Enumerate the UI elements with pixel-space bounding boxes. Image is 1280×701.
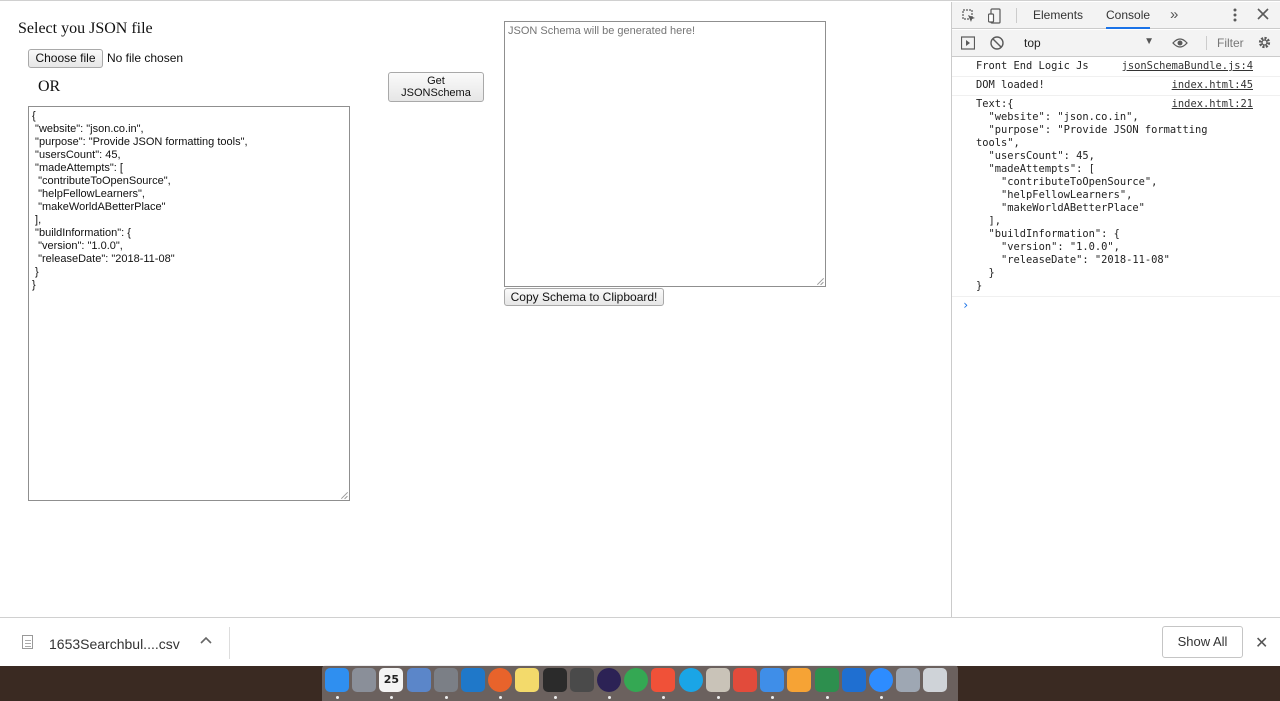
- image-capture-icon[interactable]: [896, 668, 921, 692]
- console-log-row: Front End Logic Js jsonSchemaBundle.js:4: [952, 58, 1280, 77]
- running-indicator: [608, 696, 611, 699]
- get-jsonschema-label-line2: JSONSchema: [401, 87, 471, 99]
- console-log-source-link[interactable]: jsonSchemaBundle.js:4: [1122, 60, 1253, 73]
- console-output: Front End Logic Js jsonSchemaBundle.js:4…: [952, 58, 1280, 315]
- show-all-button[interactable]: Show All: [1162, 626, 1243, 658]
- console-log-source-link[interactable]: index.html:21: [1172, 98, 1253, 111]
- devtools-panel: Elements Console » top ▼ Filter Front En…: [951, 2, 1280, 617]
- page-heading: Select you JSON file: [18, 20, 153, 37]
- get-jsonschema-label-line1: Get: [427, 75, 445, 87]
- running-indicator: [444, 696, 448, 699]
- choose-file-button[interactable]: Choose file: [28, 49, 103, 68]
- tabbar-divider: [1016, 8, 1017, 23]
- running-indicator: [771, 696, 775, 699]
- skype-icon[interactable]: [678, 668, 703, 692]
- chevron-up-icon[interactable]: [200, 632, 212, 647]
- json-input-textarea[interactable]: [28, 106, 350, 501]
- console-log-row: Text:{ "website": "json.co.in", "purpose…: [952, 96, 1280, 297]
- clear-console-icon[interactable]: [990, 36, 1004, 52]
- sourcetree-icon[interactable]: [814, 668, 839, 692]
- kebab-menu-icon[interactable]: [1233, 8, 1237, 24]
- running-indicator: [499, 696, 503, 699]
- close-devtools-icon[interactable]: [1257, 8, 1269, 22]
- macos-dock: 25: [322, 665, 958, 701]
- inspect-element-icon[interactable]: [962, 9, 976, 25]
- swift-icon[interactable]: [651, 668, 676, 692]
- download-file-name[interactable]: 1653Searchbul....csv: [49, 636, 180, 652]
- trash-icon[interactable]: [923, 668, 948, 692]
- calendar-icon[interactable]: 25: [379, 668, 404, 692]
- terminal-icon[interactable]: [542, 668, 567, 692]
- schema-output-resize-handle[interactable]: [816, 277, 824, 285]
- context-selector[interactable]: top ▼: [1024, 36, 1154, 50]
- copy-schema-button[interactable]: Copy Schema to Clipboard!: [504, 288, 664, 306]
- console-filter-input[interactable]: Filter: [1206, 36, 1244, 50]
- git-icon[interactable]: [787, 668, 812, 692]
- firefox-icon[interactable]: [488, 668, 513, 692]
- chrome-icon[interactable]: [624, 668, 649, 692]
- download-shelf: 1653Searchbul....csv Show All ✕: [0, 617, 1280, 666]
- devtools-tabbar: Elements Console »: [952, 2, 1280, 29]
- schema-output-textarea[interactable]: [504, 21, 826, 287]
- zoom-icon[interactable]: [869, 668, 893, 692]
- sublime-icon[interactable]: [569, 668, 594, 692]
- or-label: OR: [38, 78, 61, 95]
- get-jsonschema-button[interactable]: Get JSONSchema: [388, 72, 484, 102]
- console-prompt-icon: ›: [962, 298, 970, 312]
- running-indicator: [662, 696, 666, 699]
- console-settings-gear-icon[interactable]: [1257, 35, 1272, 52]
- running-indicator: [390, 696, 394, 699]
- books-icon[interactable]: [705, 668, 730, 692]
- sketch-icon[interactable]: [733, 668, 757, 692]
- file-icon: [22, 635, 33, 649]
- context-value: top: [1024, 36, 1041, 50]
- close-shelf-icon[interactable]: ✕: [1255, 633, 1268, 653]
- json-input-resize-handle[interactable]: [340, 491, 348, 499]
- system-preferences-icon[interactable]: [433, 668, 458, 692]
- browser-window: Select you JSON file Choose file No file…: [0, 0, 1280, 666]
- live-expression-eye-icon[interactable]: [1172, 37, 1188, 51]
- caret-down-icon: ▼: [1144, 36, 1154, 47]
- finder-icon[interactable]: [325, 668, 349, 692]
- skype-business-icon[interactable]: [841, 668, 866, 692]
- page-content: Select you JSON file Choose file No file…: [0, 2, 951, 617]
- tab-console[interactable]: Console: [1106, 8, 1151, 29]
- tab-elements[interactable]: Elements: [1033, 8, 1083, 22]
- notes-icon[interactable]: [515, 668, 540, 692]
- console-toolbar: top ▼ Filter: [952, 30, 1280, 57]
- shelf-divider: [229, 627, 230, 659]
- console-log-source-link[interactable]: index.html:45: [1172, 79, 1253, 92]
- more-tabs-icon[interactable]: »: [1170, 6, 1178, 23]
- running-indicator: [336, 696, 339, 699]
- sidebar-toggle-icon[interactable]: [960, 36, 976, 52]
- running-indicator: [825, 696, 829, 699]
- launchpad-icon[interactable]: [352, 668, 377, 692]
- preview-icon[interactable]: [406, 668, 431, 692]
- xcode-icon[interactable]: [760, 668, 785, 692]
- vscode-icon[interactable]: [461, 668, 485, 692]
- device-toolbar-icon[interactable]: [987, 8, 1002, 26]
- console-log-row: DOM loaded! index.html:45: [952, 77, 1280, 96]
- running-indicator: [553, 696, 557, 699]
- console-prompt-row[interactable]: ›: [952, 297, 1280, 315]
- running-indicator: [880, 696, 883, 699]
- running-indicator: [716, 696, 720, 699]
- file-status-text: No file chosen: [107, 51, 184, 65]
- eclipse-icon[interactable]: [597, 668, 621, 692]
- console-log-message: Text:{ "website": "json.co.in", "purpose…: [976, 98, 1208, 292]
